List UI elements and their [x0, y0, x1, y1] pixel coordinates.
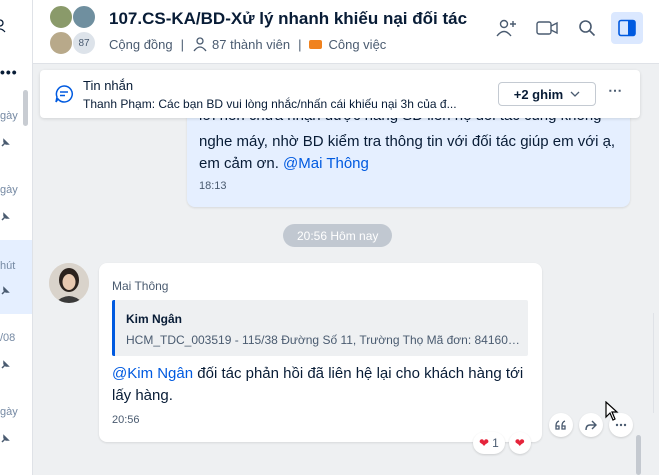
pin-icon [1, 212, 10, 221]
conversation-time: hút [0, 260, 16, 272]
pinned-title: Tin nhắn [83, 78, 134, 93]
mention-link[interactable]: @Kim Ngân [112, 365, 193, 382]
reaction-count: 1 [492, 436, 499, 450]
mouse-cursor-icon [605, 401, 619, 421]
pins-dropdown-button[interactable]: +2 ghim [498, 82, 596, 106]
incoming-message-bubble[interactable]: Mai Thông Kim Ngân HCM_TDC_003519 - 115/… [99, 263, 542, 442]
member-avatar [49, 31, 73, 55]
members-count[interactable]: 87 thành viên [212, 37, 290, 52]
group-avatar[interactable]: 87 [47, 4, 99, 56]
video-call-icon [536, 21, 558, 35]
chat-scrollbar[interactable] [636, 435, 641, 475]
pin-icon [1, 434, 10, 443]
sender-name[interactable]: Mai Thông [112, 279, 168, 293]
sidebar-toggle-icon [618, 19, 636, 37]
members-icon [193, 37, 207, 52]
conversation-time: gày [0, 184, 18, 196]
conversation-list: ••• gày gày hút /08 gày [0, 0, 33, 475]
more-options-icon[interactable]: ••• [0, 64, 18, 80]
avatar[interactable] [49, 263, 89, 303]
conversation-time: /08 [0, 332, 16, 344]
conversation-time: gày [0, 406, 18, 418]
sender-avatar-image [49, 263, 89, 303]
search-button[interactable] [571, 12, 603, 44]
member-count-badge: 87 [72, 31, 96, 55]
search-icon [579, 20, 596, 37]
add-reaction-button[interactable]: ❤ [508, 432, 531, 454]
mention-link[interactable]: @Mai Thông [283, 155, 369, 172]
message-icon [55, 85, 73, 103]
date-separator: 20:56 Hôm nay [283, 224, 393, 247]
add-member-icon [496, 19, 516, 37]
pinned-message-bar[interactable]: Tin nhắn Thanh Phạm: Các bạn BD vui lòng… [40, 70, 640, 118]
conversation-time: gày [0, 110, 18, 122]
member-avatar [49, 5, 73, 29]
member-avatar [72, 5, 96, 29]
video-call-button[interactable] [531, 12, 563, 44]
quote-icon [555, 420, 566, 430]
heart-icon: ❤ [514, 436, 525, 450]
conversation-item[interactable]: gày [0, 406, 32, 475]
conversation-item[interactable]: /08 [0, 332, 32, 406]
chat-area: lời nên chưa nhận được hàng SĐ liên hệ đ… [33, 65, 659, 475]
divider: | [298, 36, 302, 52]
heart-icon: ❤ [479, 436, 490, 450]
chat-title: 107.CS-KA/BD-Xử lý nhanh khiếu nại đối t… [109, 9, 468, 28]
message-actions [549, 413, 633, 437]
message-time: 20:56 [112, 414, 140, 426]
divider: | [180, 36, 185, 52]
pin-icon [1, 138, 10, 147]
pin-icon [1, 286, 10, 295]
chat-header: 87 107.CS-KA/BD-Xử lý nhanh khiếu nại đố… [33, 0, 659, 64]
reactions-bar: ❤ 1 ❤ [473, 432, 531, 454]
quoted-text: HCM_TDC_003519 - 115/38 Đường Số 11, Trư… [126, 333, 524, 347]
chevron-down-icon [570, 91, 580, 97]
message-text: @Kim Ngân đối tác phản hồi đã liên hệ lạ… [112, 363, 532, 407]
forward-icon [585, 420, 597, 431]
add-member-button[interactable] [491, 12, 523, 44]
tag-label[interactable]: Công việc [328, 37, 386, 52]
add-group-icon[interactable] [0, 18, 12, 34]
quoted-message[interactable]: Kim Ngân HCM_TDC_003519 - 115/38 Đường S… [112, 300, 528, 356]
forward-button[interactable] [579, 413, 603, 437]
own-message-body: nghe máy, nhờ BD kiểm tra thông tin với … [199, 133, 616, 172]
header-actions [491, 12, 643, 44]
own-message-text: lời nên chưa nhận được hàng SĐ liên hệ đ… [199, 107, 619, 175]
pinned-text: Thanh Phạm: Các bạn BD vui lòng nhắc/nhấ… [83, 97, 457, 111]
reaction-summary[interactable]: ❤ 1 [473, 432, 505, 454]
pins-count-label: +2 ghim [513, 86, 564, 102]
message-time: 18:13 [199, 180, 227, 192]
community-label: Cộng đồng [109, 36, 173, 52]
sidebar-toggle-button[interactable] [611, 12, 643, 44]
conversation-item-active[interactable]: hút [0, 240, 32, 314]
pinned-more-button[interactable]: ⋯ [608, 82, 623, 99]
conversation-item[interactable]: gày [0, 110, 32, 184]
quote-button[interactable] [549, 413, 573, 437]
chat-meta: Cộng đồng | 87 thành viên | Công việc [109, 36, 386, 52]
quoted-sender: Kim Ngân [126, 312, 183, 326]
tag-icon [309, 39, 323, 49]
pin-icon [1, 360, 10, 369]
panel-divider [653, 313, 659, 413]
